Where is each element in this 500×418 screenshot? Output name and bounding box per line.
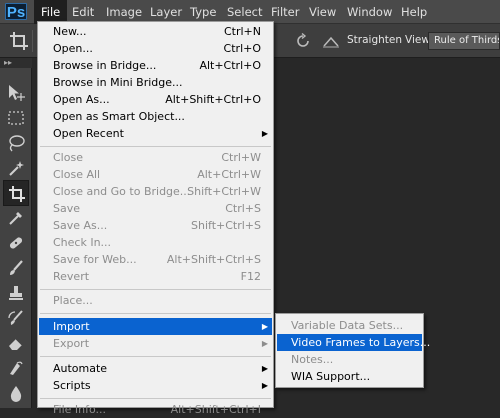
lasso-icon (9, 135, 25, 152)
view-overlay-select[interactable]: Rule of Thirds (428, 32, 500, 50)
move-tool[interactable] (3, 80, 29, 106)
submenu-item-video-frames-to-layers[interactable]: Video Frames to Layers... (277, 334, 430, 351)
submenu-arrow-icon: ▶ (261, 364, 268, 373)
app-logo: Ps (5, 3, 27, 21)
clone-stamp-tool[interactable] (3, 280, 29, 306)
menu-item-save-for-web[interactable]: Save for Web... Alt+Shift+Ctrl+S (39, 251, 272, 268)
file-menu-dropdown: New... Ctrl+N Open... Ctrl+O Browse in Bri… (37, 21, 274, 416)
menu-item-close[interactable]: Close Ctrl+W (39, 149, 272, 166)
menu-item-save[interactable]: Save Ctrl+S (39, 200, 272, 217)
quick-selection-tool[interactable] (3, 155, 29, 181)
menu-separator (40, 289, 271, 290)
lasso-tool[interactable] (3, 130, 29, 156)
crop-preset-icon[interactable] (8, 30, 30, 52)
healing-brush-tool[interactable] (3, 230, 29, 256)
menu-item-browse-in-mini-bridge[interactable]: Browse in Mini Bridge... (39, 74, 272, 91)
history-brush-icon (8, 310, 23, 325)
menu-item-open-as-smart-object[interactable]: Open as Smart Object... (39, 108, 272, 125)
crop-icon (9, 186, 25, 202)
submenu-arrow-icon: ▶ (261, 322, 268, 331)
menu-item-browse-in-bridge[interactable]: Browse in Bridge... Alt+Ctrl+O (39, 57, 272, 74)
import-submenu: Variable Data Sets... Video Frames to La… (275, 313, 430, 388)
menu-item-save-as[interactable]: Save As... Shift+Ctrl+S (39, 217, 272, 234)
blur-icon (10, 386, 22, 402)
menu-item-revert[interactable]: Revert F12 (39, 268, 272, 285)
rotate-icon[interactable] (294, 32, 312, 50)
menu-item-export[interactable]: Export ▶ (39, 335, 272, 352)
clone-stamp-icon (9, 286, 23, 300)
eyedropper-icon (9, 212, 22, 225)
menu-item-scripts[interactable]: Scripts ▶ (39, 377, 272, 394)
brush-icon (10, 260, 23, 275)
menu-separator (40, 398, 271, 399)
crop-tool[interactable] (3, 180, 29, 206)
submenu-item-variable-data-sets[interactable]: Variable Data Sets... (277, 317, 422, 334)
menu-item-file-info[interactable]: File Info... Alt+Shift+Ctrl+I (39, 401, 272, 418)
menu-window[interactable]: Window (340, 0, 399, 24)
submenu-arrow-icon: ▶ (261, 381, 268, 390)
menu-item-close-all[interactable]: Close All Alt+Ctrl+W (39, 166, 272, 183)
gradient-icon (10, 361, 23, 375)
submenu-arrow-icon: ▶ (261, 129, 268, 138)
blur-tool[interactable] (3, 380, 29, 406)
menu-separator (40, 313, 271, 314)
menu-item-open[interactable]: Open... Ctrl+O (39, 40, 272, 57)
marquee-tool[interactable] (3, 105, 29, 131)
straighten-button[interactable]: Straighten (347, 34, 402, 46)
quick-selection-icon (9, 161, 24, 176)
straighten-icon[interactable] (322, 33, 340, 49)
eraser-tool[interactable] (3, 330, 29, 356)
menu-help[interactable]: Help (394, 0, 434, 24)
submenu-arrow-icon: ▶ (261, 339, 268, 348)
menu-item-place[interactable]: Place... (39, 292, 272, 309)
menu-item-new[interactable]: New... Ctrl+N (39, 23, 272, 40)
panel-collapse-handle[interactable]: ▸▸ (0, 58, 32, 68)
divider (32, 30, 33, 52)
submenu-item-wia-support[interactable]: WIA Support... (277, 368, 422, 385)
gradient-tool[interactable] (3, 355, 29, 381)
menu-item-open-recent[interactable]: Open Recent ▶ (39, 125, 272, 142)
menu-separator (40, 146, 271, 147)
eyedropper-tool[interactable] (3, 205, 29, 231)
menu-item-check-in[interactable]: Check In... (39, 234, 272, 251)
menu-item-close-and-go-to-bridge[interactable]: Close and Go to Bridge... Shift+Ctrl+W (39, 183, 272, 200)
menu-item-open-as[interactable]: Open As... Alt+Shift+Ctrl+O (39, 91, 272, 108)
healing-brush-icon (9, 237, 23, 249)
tools-panel: ▸▸ (0, 58, 32, 408)
menu-item-automate[interactable]: Automate ▶ (39, 360, 272, 377)
marquee-icon (8, 111, 24, 125)
menu-item-import[interactable]: Import ▶ (39, 318, 272, 335)
history-brush-tool[interactable] (3, 305, 29, 331)
menu-view[interactable]: View (302, 0, 343, 24)
menu-separator (40, 356, 271, 357)
eraser-icon (9, 338, 23, 350)
move-icon (9, 85, 25, 101)
brush-tool[interactable] (3, 255, 29, 281)
submenu-item-notes[interactable]: Notes... (277, 351, 422, 368)
